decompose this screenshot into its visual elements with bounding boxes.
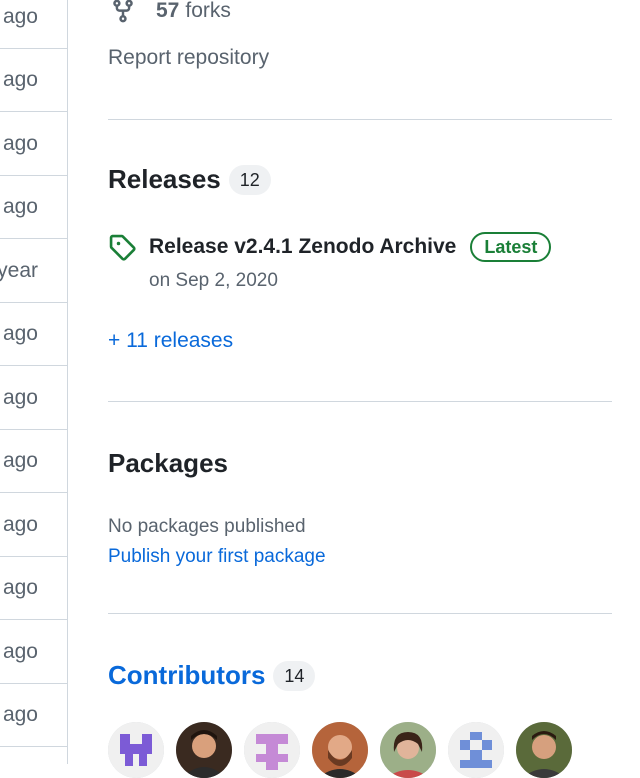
commit-age: ago [2, 639, 38, 663]
avatar[interactable] [176, 722, 232, 778]
commit-age: ago [2, 67, 38, 91]
avatar[interactable] [448, 722, 504, 778]
forks-link[interactable]: 57 forks [108, 0, 231, 28]
commit-age: ago [2, 448, 38, 472]
release-name: Release v2.4.1 Zenodo Archive [149, 235, 457, 258]
list-item: ago [0, 366, 67, 430]
commit-age: year [0, 258, 38, 282]
divider [108, 119, 612, 120]
avatar[interactable] [244, 722, 300, 778]
avatar[interactable] [516, 722, 572, 778]
commit-age: ago [2, 702, 38, 726]
commit-age: ago [2, 321, 38, 345]
commit-age: ago [2, 131, 38, 155]
avatar[interactable] [380, 722, 436, 778]
list-item: ago [0, 175, 67, 239]
commit-age: ago [2, 385, 38, 409]
commit-age: ago [2, 194, 38, 218]
releases-title: Releases [108, 164, 221, 194]
divider [108, 613, 612, 614]
list-item: ago [0, 0, 67, 49]
packages-title: Packages [108, 448, 228, 478]
list-item: year [0, 239, 67, 303]
contributors-count-badge: 14 [273, 660, 316, 691]
packages-heading[interactable]: Packages [108, 448, 228, 479]
commit-age: ago [2, 512, 38, 536]
avatar[interactable] [108, 722, 164, 778]
divider [108, 401, 612, 402]
latest-release[interactable]: Release v2.4.1 Zenodo Archive Latest [108, 232, 552, 262]
release-date: on Sep 2, 2020 [149, 270, 278, 291]
report-repository-link[interactable]: Report repository [108, 46, 269, 70]
latest-badge: Latest [470, 232, 552, 262]
list-item: ago [0, 48, 67, 112]
avatar[interactable] [312, 722, 368, 778]
more-releases-link[interactable]: + 11 releases [108, 329, 233, 353]
commit-age: ago [2, 4, 38, 28]
releases-heading[interactable]: Releases 12 [108, 164, 271, 195]
forks-label: forks [185, 0, 231, 22]
contributors-avatars [108, 722, 584, 778]
contributors-heading[interactable]: Contributors 14 [108, 660, 316, 691]
repo-forked-icon [113, 0, 133, 23]
tag-icon [109, 234, 136, 261]
forks-count: 57 [156, 0, 180, 22]
list-item: ago [0, 429, 67, 493]
list-item: ago [0, 556, 67, 620]
list-item: ago [0, 302, 67, 366]
list-item: ago [0, 493, 67, 557]
commit-age: ago [2, 575, 38, 599]
contributors-title[interactable]: Contributors [108, 660, 265, 691]
publish-package-link[interactable]: Publish your first package [108, 546, 326, 568]
list-item: ago [0, 112, 67, 176]
releases-count-badge: 12 [228, 164, 271, 195]
no-packages-text: No packages published [108, 516, 306, 537]
file-list-commit-time-column: ago ago ago ago year ago ago ago ago ago… [0, 0, 68, 764]
list-item: ago [0, 683, 67, 747]
list-item: ago [0, 620, 67, 684]
